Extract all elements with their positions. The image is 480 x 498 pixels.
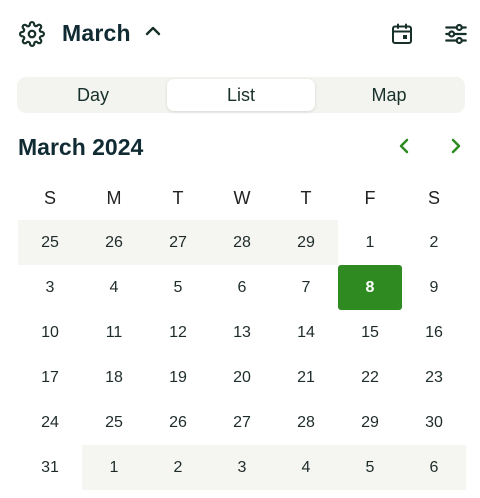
selected-day-cell[interactable]: 8: [338, 265, 402, 310]
chevron-up-icon: [145, 24, 161, 42]
day-cell[interactable]: 13: [210, 310, 274, 355]
calendar-icon[interactable]: [386, 18, 418, 50]
weekday-label: F: [364, 187, 376, 208]
day-cell[interactable]: 28: [274, 400, 338, 445]
day-cell[interactable]: 20: [210, 355, 274, 400]
chevron-left-icon: [398, 137, 410, 160]
tab-day[interactable]: Day: [19, 79, 167, 111]
chevron-right-icon: [450, 137, 462, 160]
day-cell[interactable]: 31: [18, 445, 82, 490]
day-cell[interactable]: 2: [402, 220, 466, 265]
weekday-label: S: [427, 187, 440, 208]
day-cell[interactable]: 11: [82, 310, 146, 355]
day-cell[interactable]: 25: [18, 220, 82, 265]
day-cell[interactable]: 9: [402, 265, 466, 310]
tab-map[interactable]: Map: [315, 79, 463, 111]
day-cell[interactable]: 25: [82, 400, 146, 445]
day-cell[interactable]: 24: [18, 400, 82, 445]
day-cell[interactable]: 19: [146, 355, 210, 400]
sliders-icon[interactable]: [440, 18, 472, 50]
day-cell[interactable]: 26: [146, 400, 210, 445]
weekday-label: T: [172, 187, 184, 208]
weekday-label: T: [300, 187, 312, 208]
day-cell[interactable]: 4: [82, 265, 146, 310]
day-cell[interactable]: 3: [18, 265, 82, 310]
top-bar: March: [0, 0, 480, 68]
day-cell[interactable]: 14: [274, 310, 338, 355]
previous-month-button[interactable]: [390, 134, 418, 162]
day-cell[interactable]: 29: [274, 220, 338, 265]
day-cell[interactable]: 10: [18, 310, 82, 355]
day-cell[interactable]: 22: [338, 355, 402, 400]
calendar-grid: 25 26 27 28 29 1 2 3 4 5 6 7 8 9 10 11 12 13 14 15 16 17 18 19 2…: [18, 220, 466, 490]
day-cell[interactable]: 28: [210, 220, 274, 265]
day-cell[interactable]: 21: [274, 355, 338, 400]
day-cell[interactable]: 4: [274, 445, 338, 490]
day-cell[interactable]: 23: [402, 355, 466, 400]
day-cell[interactable]: 12: [146, 310, 210, 355]
day-cell[interactable]: 6: [402, 445, 466, 490]
day-cell[interactable]: 6: [210, 265, 274, 310]
day-cell[interactable]: 3: [210, 445, 274, 490]
view-switcher: Day List Map: [17, 77, 465, 113]
weekday-label: M: [106, 187, 122, 208]
month-label: March: [62, 19, 131, 46]
gear-icon[interactable]: [16, 18, 48, 50]
tab-list[interactable]: List: [167, 79, 315, 111]
day-cell[interactable]: 27: [146, 220, 210, 265]
weekday-label: S: [43, 187, 56, 208]
weekday-label: W: [233, 187, 251, 208]
day-cell[interactable]: 27: [210, 400, 274, 445]
day-cell[interactable]: 15: [338, 310, 402, 355]
day-cell[interactable]: 16: [402, 310, 466, 355]
month-selector[interactable]: March: [62, 16, 161, 50]
day-cell[interactable]: 7: [274, 265, 338, 310]
calendar-title: March 2024: [18, 134, 144, 160]
weekday-header: S M T W T F S: [18, 182, 466, 214]
day-cell[interactable]: 1: [338, 220, 402, 265]
calendar-header: March 2024: [18, 132, 468, 166]
day-cell[interactable]: 2: [146, 445, 210, 490]
day-cell[interactable]: 29: [338, 400, 402, 445]
day-cell[interactable]: 18: [82, 355, 146, 400]
next-month-button[interactable]: [442, 134, 470, 162]
day-cell[interactable]: 1: [82, 445, 146, 490]
day-cell[interactable]: 5: [146, 265, 210, 310]
day-cell[interactable]: 17: [18, 355, 82, 400]
day-cell[interactable]: 30: [402, 400, 466, 445]
day-cell[interactable]: 5: [338, 445, 402, 490]
day-cell[interactable]: 26: [82, 220, 146, 265]
